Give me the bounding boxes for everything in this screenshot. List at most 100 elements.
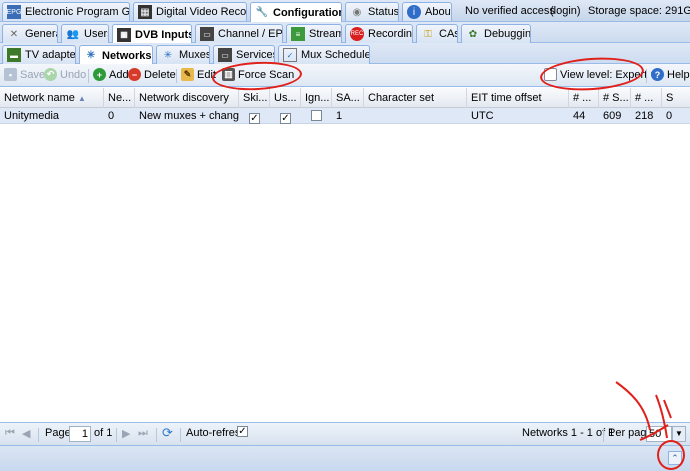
access-status: No verified access bbox=[465, 5, 555, 17]
tab-tv-adapters[interactable]: ▬ TV adapters bbox=[2, 45, 76, 64]
tab-label: General bbox=[25, 28, 57, 40]
tab-label: Digital Video Recorder bbox=[156, 6, 247, 18]
column-header[interactable]: Ne... bbox=[104, 88, 135, 108]
epg-icon: EPG bbox=[7, 5, 21, 19]
column-header[interactable]: Network discovery bbox=[135, 88, 239, 108]
last-page-icon[interactable]: ⏭ bbox=[138, 427, 148, 440]
tab-dvr[interactable]: ▦ Digital Video Recorder bbox=[133, 2, 247, 21]
grid-header: Network name ▲ Ne... Network discovery S… bbox=[0, 88, 690, 108]
column-header[interactable]: Us... bbox=[270, 88, 301, 108]
column-header[interactable]: Ign... bbox=[301, 88, 332, 108]
table-row[interactable]: Unitymedia 0 New muxes + chang... ✓ ✓ 1 … bbox=[0, 108, 690, 124]
help-icon: ? bbox=[651, 68, 664, 81]
checkbox-ignore[interactable] bbox=[307, 108, 327, 124]
per-page-select[interactable]: 50 ▼ bbox=[646, 426, 686, 442]
page-label: Page bbox=[45, 427, 71, 439]
tab-label: TV adapters bbox=[25, 49, 76, 61]
column-header[interactable]: Ski... bbox=[239, 88, 270, 108]
tab-label: Status bbox=[368, 6, 399, 18]
column-header[interactable]: SA... bbox=[332, 88, 364, 108]
tab-label: Recording bbox=[368, 28, 413, 40]
help-button[interactable]: ? Help bbox=[651, 68, 690, 81]
tab-recording[interactable]: REC Recording bbox=[345, 24, 413, 43]
network-icon: ✳ bbox=[86, 50, 96, 61]
users-icon: 👥 bbox=[66, 28, 80, 40]
toolbar-divider bbox=[116, 428, 117, 442]
checkmark-icon: ✓ bbox=[280, 113, 291, 124]
save-button[interactable]: ▪ Save bbox=[4, 68, 45, 81]
page-input[interactable]: 1 bbox=[69, 426, 91, 442]
tab-label: Electronic Program Guide bbox=[25, 6, 130, 18]
tab-stream[interactable]: ≡ Stream bbox=[286, 24, 342, 43]
tab-muxes[interactable]: ✳ Muxes bbox=[156, 45, 210, 64]
cell-sa: 1 bbox=[336, 110, 343, 122]
tab-channel-epg[interactable]: ▭ Channel / EPG bbox=[195, 24, 283, 43]
first-page-icon[interactable]: ⏮ bbox=[5, 427, 15, 440]
main-tab-bar: EPG Electronic Program Guide ▦ Digital V… bbox=[0, 0, 690, 22]
column-header[interactable]: # ... bbox=[569, 88, 599, 108]
refresh-icon[interactable]: ⟳ bbox=[162, 425, 173, 441]
undo-label: Undo bbox=[60, 68, 87, 81]
key-icon: ⚿ bbox=[424, 28, 432, 40]
cell-count-2: 609 bbox=[603, 110, 622, 122]
tab-label: Configuration bbox=[273, 6, 342, 19]
tab-users[interactable]: 👥 Users bbox=[61, 24, 109, 43]
edit-icon: ✎ bbox=[181, 68, 194, 81]
bug-icon: ✿ bbox=[468, 28, 478, 40]
tv-icon: ▭ bbox=[200, 27, 214, 41]
tab-label: Debugging bbox=[484, 28, 531, 40]
add-button[interactable]: + Add bbox=[93, 68, 129, 81]
stream-icon: ≡ bbox=[291, 27, 305, 41]
dvb-icon: ▦ bbox=[117, 27, 131, 42]
column-label: Network name bbox=[4, 92, 75, 104]
column-header[interactable]: # S... bbox=[599, 88, 631, 108]
config-tab-bar: ✕ General 👥 Users ▦ DVB Inputs ▭ Channel… bbox=[0, 22, 690, 44]
checkmark-icon: ✓ bbox=[237, 426, 248, 437]
tab-about[interactable]: i About bbox=[402, 2, 452, 21]
auto-refresh-checkbox[interactable]: ✓ bbox=[237, 426, 248, 437]
undo-button[interactable]: ↶ Undo bbox=[44, 68, 86, 81]
tab-mux-schedulers[interactable]: ✓ Mux Schedulers bbox=[278, 45, 370, 64]
edit-button[interactable]: ✎ Edit bbox=[181, 68, 216, 81]
sort-asc-icon: ▲ bbox=[77, 94, 86, 103]
prev-page-icon[interactable]: ◀ bbox=[22, 427, 30, 440]
column-header[interactable]: # ... bbox=[631, 88, 662, 108]
tab-status[interactable]: ◉ Status bbox=[345, 2, 399, 21]
storage-info: Storage space: 291GiB/ bbox=[588, 5, 690, 17]
tab-cas[interactable]: ⚿ CAs bbox=[416, 24, 458, 43]
tab-debugging[interactable]: ✿ Debugging bbox=[461, 24, 531, 43]
toolbar-divider bbox=[603, 428, 604, 442]
column-header[interactable]: S bbox=[662, 88, 690, 108]
tab-dvb-inputs[interactable]: ▦ DVB Inputs bbox=[112, 24, 192, 44]
tab-networks[interactable]: ✳ Networks bbox=[79, 45, 153, 65]
cell-charset bbox=[364, 108, 467, 124]
status-icon: ◉ bbox=[352, 6, 362, 18]
tab-epg[interactable]: EPG Electronic Program Guide bbox=[2, 2, 130, 21]
next-page-icon[interactable]: ▶ bbox=[122, 427, 130, 440]
cell-network-name: Unitymedia bbox=[4, 110, 60, 122]
tab-label: DVB Inputs bbox=[135, 28, 192, 41]
checkbox-use[interactable]: ✓ bbox=[276, 108, 296, 124]
tab-label: About bbox=[425, 6, 452, 18]
column-header[interactable]: EIT time offset bbox=[467, 88, 569, 108]
checkbox-skip[interactable]: ✓ bbox=[245, 108, 265, 124]
save-label: Save bbox=[20, 68, 46, 81]
tab-label: Services bbox=[236, 49, 275, 61]
page-total: of 1 bbox=[94, 427, 113, 439]
cell-eit-offset: UTC bbox=[471, 110, 494, 122]
delete-label: Delete bbox=[144, 68, 176, 81]
delete-button[interactable]: − Delete bbox=[128, 68, 176, 81]
login-link[interactable]: (login) bbox=[550, 5, 581, 17]
mux-icon: ✳ bbox=[163, 49, 173, 61]
cell-ne: 0 bbox=[108, 110, 115, 122]
paging-toolbar: ⏮ ◀ Page 1 of 1 ▶ ⏭ ⟳ Auto-refresh ✓ Net… bbox=[0, 422, 690, 445]
column-header-network-name[interactable]: Network name ▲ bbox=[0, 88, 104, 108]
cell-network-discovery: New muxes + chang... bbox=[139, 110, 239, 122]
tab-general[interactable]: ✕ General bbox=[2, 24, 58, 43]
tab-configuration[interactable]: 🔧 Configuration bbox=[250, 2, 342, 22]
help-label: Help bbox=[667, 68, 690, 81]
calendar-icon: ✓ bbox=[283, 48, 297, 62]
toolbar-divider bbox=[646, 69, 647, 83]
column-header[interactable]: Character set bbox=[364, 88, 467, 108]
info-icon: i bbox=[407, 5, 421, 19]
